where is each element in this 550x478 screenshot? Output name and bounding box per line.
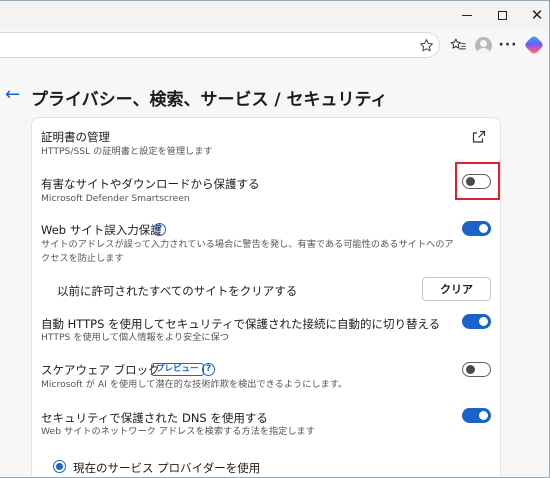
more-icon[interactable]: ···: [497, 35, 519, 55]
dns-provider-radio[interactable]: [53, 460, 66, 473]
back-arrow-icon[interactable]: ←: [5, 86, 20, 104]
profile-icon[interactable]: [472, 35, 494, 55]
scareware-toggle[interactable]: [462, 362, 491, 377]
auto-https-desc: HTTPS を使用して個人情報をより安全に保つ: [41, 332, 229, 343]
external-link-icon[interactable]: [472, 129, 486, 143]
scareware-title: スケアウェア ブロック: [41, 363, 160, 377]
close-icon: ✕: [530, 5, 544, 24]
address-bar[interactable]: [0, 32, 440, 58]
auto-https-title: 自動 HTTPS を使用してセキュリティで保護された接続に自動的に切り替える: [41, 317, 441, 331]
clear-button[interactable]: クリア: [422, 277, 491, 301]
scareware-desc: Microsoft が AI を使用して潜在的な技術詐欺を検出できるようにします…: [41, 379, 348, 390]
copilot-icon[interactable]: [523, 34, 545, 56]
clear-sites-title: 以前に許可されたすべてのサイトをクリアする: [57, 284, 298, 298]
help-icon[interactable]: ?: [153, 223, 166, 236]
maximize-button[interactable]: [482, 0, 522, 30]
minimize-button[interactable]: [447, 0, 487, 30]
secure-dns-toggle[interactable]: [462, 408, 491, 423]
avatar: [474, 36, 492, 54]
help-icon[interactable]: ?: [202, 363, 215, 376]
maximize-icon: [497, 10, 507, 20]
certs-desc: HTTPS/SSL の証明書と設定を管理します: [41, 146, 213, 157]
typo-protection-toggle[interactable]: [462, 221, 491, 236]
star-icon[interactable]: [416, 38, 436, 56]
harmful-sites-desc: Microsoft Defender Smartscreen: [41, 193, 190, 204]
dns-provider-label[interactable]: 現在のサービス プロバイダーを使用: [73, 460, 260, 476]
typo-protection-title: Web サイト誤入力保護: [41, 223, 162, 237]
browser-toolbar: ···: [0, 30, 550, 60]
preview-badge: プレビュー: [151, 363, 204, 376]
secure-dns-title: セキュリティで保護された DNS を使用する: [41, 411, 268, 425]
harmful-sites-title: 有害なサイトやダウンロードから保護する: [41, 177, 260, 191]
title-bar: ✕: [0, 0, 550, 30]
certs-title[interactable]: 証明書の管理: [41, 129, 110, 145]
favorites-list-icon[interactable]: [447, 35, 469, 55]
page-title: プライバシー、検索、サービス / セキュリティ: [31, 90, 388, 110]
close-button[interactable]: ✕: [517, 0, 550, 30]
secure-dns-desc: Web サイトのネットワーク アドレスを検索する方法を指定します: [41, 426, 315, 437]
minimize-icon: [462, 14, 472, 16]
auto-https-toggle[interactable]: [462, 314, 491, 329]
highlight-box: [455, 162, 500, 200]
copilot-logo: [523, 34, 545, 56]
typo-protection-desc: サイトのアドレスが誤って入力されている場合に警告を発し、有害である可能性のあるサ…: [41, 239, 454, 264]
